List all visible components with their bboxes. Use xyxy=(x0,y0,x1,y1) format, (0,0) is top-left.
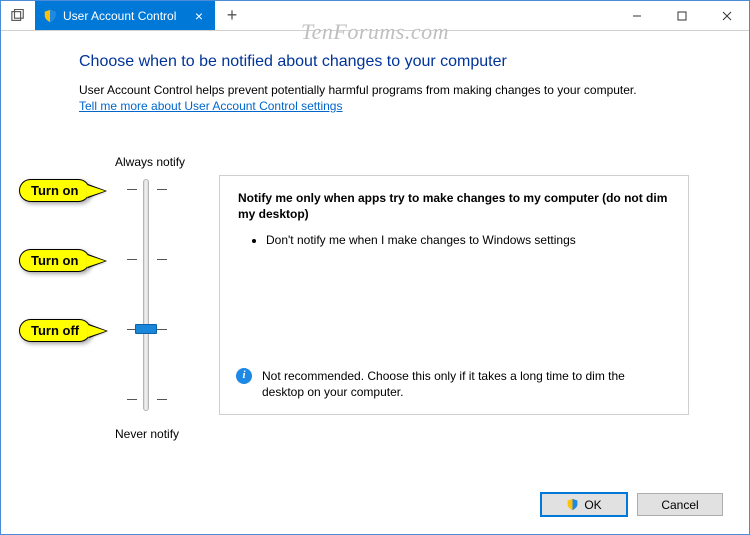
content-area: Choose when to be notified about changes… xyxy=(1,31,749,534)
annotation-callout: Turn on xyxy=(19,249,90,272)
cancel-button[interactable]: Cancel xyxy=(637,493,723,516)
titlebar: User Account Control × + xyxy=(1,1,749,31)
help-link-row: Tell me more about User Account Control … xyxy=(79,99,749,113)
shield-icon xyxy=(566,498,579,511)
help-link[interactable]: Tell me more about User Account Control … xyxy=(79,99,342,113)
slider-label-bottom: Never notify xyxy=(115,427,179,441)
tab-title: User Account Control xyxy=(63,9,176,23)
panel-heading: Notify me only when apps try to make cha… xyxy=(238,190,670,222)
annotation-callout: Turn off xyxy=(19,319,91,342)
slider-tick xyxy=(127,259,137,260)
dialog-button-row: OK Cancel xyxy=(541,493,723,516)
slider-thumb[interactable] xyxy=(135,324,157,334)
ok-button[interactable]: OK xyxy=(541,493,627,516)
maximize-button[interactable] xyxy=(659,1,704,30)
level-description-panel: Notify me only when apps try to make cha… xyxy=(219,175,689,415)
slider-tick xyxy=(127,189,137,190)
slider-label-top: Always notify xyxy=(115,155,185,169)
app-icon xyxy=(1,1,35,30)
cancel-button-label: Cancel xyxy=(661,498,698,512)
active-tab[interactable]: User Account Control × xyxy=(35,1,215,30)
slider-track[interactable] xyxy=(143,179,149,411)
panel-note: i Not recommended. Choose this only if i… xyxy=(236,368,670,400)
panel-note-text: Not recommended. Choose this only if it … xyxy=(262,368,670,400)
slider-tick xyxy=(127,399,137,400)
info-icon: i xyxy=(236,368,252,384)
new-tab-button[interactable]: + xyxy=(215,1,249,30)
slider-tick xyxy=(157,399,167,400)
slider-tick xyxy=(157,329,167,330)
annotation-callout: Turn on xyxy=(19,179,90,202)
slider-tick xyxy=(157,259,167,260)
page-heading: Choose when to be notified about changes… xyxy=(79,53,749,71)
ok-button-label: OK xyxy=(584,498,601,512)
close-button[interactable] xyxy=(704,1,749,30)
tab-close-button[interactable]: × xyxy=(191,9,207,23)
shield-icon xyxy=(43,9,57,23)
panel-bullet: Don't notify me when I make changes to W… xyxy=(266,232,670,248)
panel-bullets: Don't notify me when I make changes to W… xyxy=(238,232,670,248)
page-description: User Account Control helps prevent poten… xyxy=(79,83,749,97)
minimize-button[interactable] xyxy=(614,1,659,30)
slider-tick xyxy=(157,189,167,190)
